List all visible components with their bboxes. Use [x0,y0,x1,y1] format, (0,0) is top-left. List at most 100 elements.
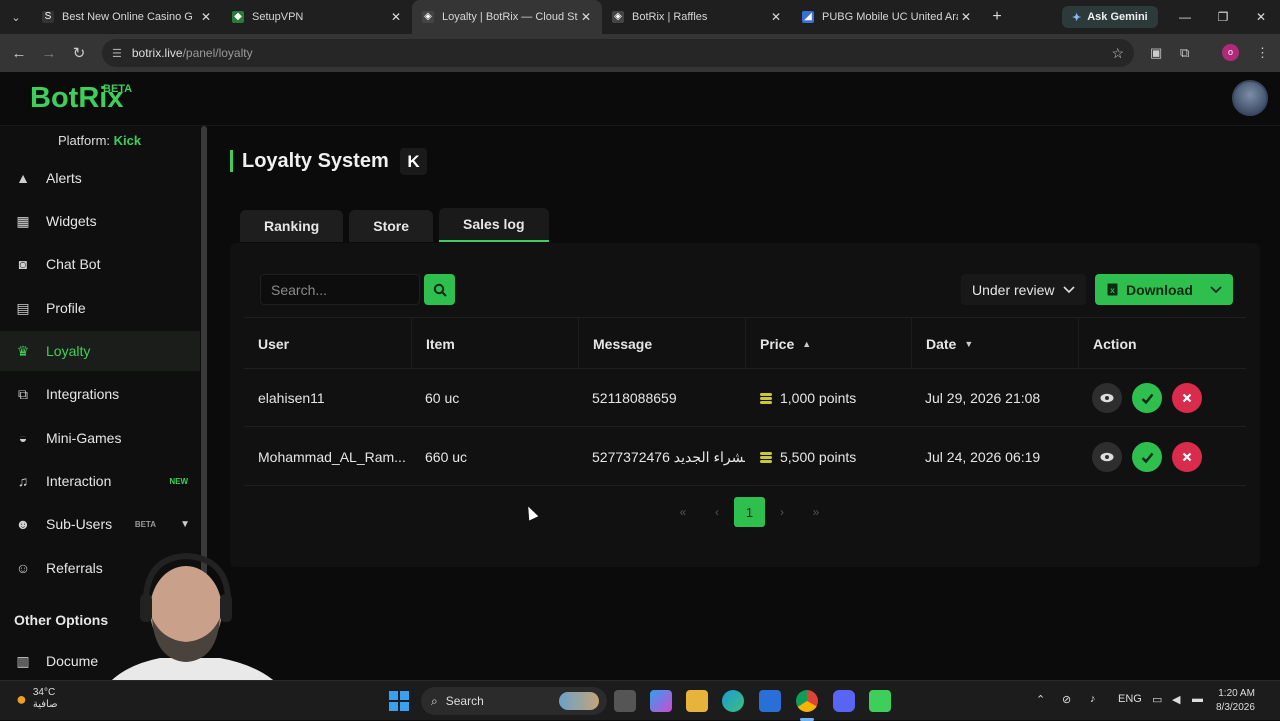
column-label: User [258,336,290,352]
browser-tab-loyalty[interactable]: ◈ Loyalty | BotRix — Cloud Strea ✕ [412,0,602,34]
close-window-icon[interactable]: ✕ [1242,0,1280,34]
browser-tab-raffles[interactable]: ◈ BotRix | Raffles ✕ [602,0,792,34]
sidebar-scrollbar-thumb[interactable] [201,126,207,596]
reload-icon[interactable]: ↻ [64,44,94,62]
column-user: User [244,318,411,370]
microphone-icon[interactable]: ♪ [1090,693,1096,705]
prev-page-icon[interactable]: ‹ [700,497,734,527]
chrome-icon[interactable] [796,690,818,712]
search-button[interactable] [424,274,455,305]
back-icon[interactable]: ← [4,45,34,62]
language-indicator[interactable]: ENG [1118,693,1142,705]
gemini-label: Ask Gemini [1087,11,1148,23]
display-icon[interactable]: ▭ [1152,693,1162,706]
current-page-button[interactable]: 1 [734,497,765,527]
bookmark-star-icon[interactable]: ☆ [1111,45,1124,62]
puzzle-extensions-icon[interactable]: ⧉ [1180,45,1189,61]
sidebar-item-interaction[interactable]: ♫ Interaction NEW [0,461,200,501]
taskbar-search[interactable]: ⌕ Search [421,687,607,715]
tab-sales-log[interactable]: Sales log [439,208,549,242]
sort-icon[interactable]: ▲ [802,339,811,349]
sidebar-item-profile[interactable]: ▤ Profile [0,288,200,328]
taskbar-search-label: Search [445,694,484,708]
sidebar-item-widgets[interactable]: ▦ Widgets [0,201,200,241]
windows-start-icon[interactable] [389,691,409,711]
column-item: Item [411,318,578,370]
close-tab-icon[interactable]: ✕ [768,10,784,24]
approve-button[interactable] [1132,442,1162,472]
chevron-down-icon[interactable] [1209,282,1223,296]
tab-search-icon[interactable]: ⌄ [0,0,32,34]
sort-desc-icon[interactable]: ▼ [964,339,973,349]
forward-icon[interactable]: → [34,45,64,62]
gemini-sparkle-icon: ✦ [1072,11,1082,24]
restore-icon[interactable]: ❐ [1204,0,1242,34]
search-highlight-icon [559,692,599,710]
tab-favicon-icon: S [42,11,54,23]
beta-badge: BETA [134,519,156,529]
discord-icon[interactable] [833,690,855,712]
sidebar-item-mini-games[interactable]: ◒ Mini-Games [0,418,200,458]
tab-store[interactable]: Store [349,210,434,242]
chevron-down-icon [1063,286,1075,294]
chevron-down-icon[interactable]: ▼ [180,519,190,530]
first-page-icon[interactable]: « [666,497,700,527]
tray-chevron-up-icon[interactable]: ⌃ [1036,693,1045,706]
sidebar-item-alerts[interactable]: ▲ Alerts [0,158,200,198]
system-clock[interactable]: 1:20 AM 8/3/2026 [1216,687,1255,715]
extension-icon[interactable]: ▣ [1150,45,1162,61]
column-date[interactable]: Date ▼ [911,318,1078,370]
last-page-icon[interactable]: » [799,497,833,527]
new-tab-button[interactable]: + [982,8,1012,26]
user-avatar[interactable] [1232,80,1268,116]
close-tab-icon[interactable]: ✕ [388,10,404,24]
site-info-icon[interactable]: ☰ [112,47,122,60]
weather-sun-icon: ● [16,688,27,709]
close-tab-icon[interactable]: ✕ [578,10,594,24]
column-label: Date [926,336,957,352]
sidebar-item-sub-users[interactable]: ☻ Sub-Users BETA ▼ [0,504,200,544]
edge-browser-icon[interactable] [722,690,744,712]
sidebar-item-loyalty[interactable]: ♛ Loyalty [0,331,200,371]
close-tab-icon[interactable]: ✕ [958,10,974,24]
minimize-icon[interactable]: — [1166,0,1204,34]
reject-button[interactable] [1172,442,1202,472]
beta-badge: BETA [103,83,133,95]
browser-tab-pubg[interactable]: ◢ PUBG Mobile UC United Arab ✕ [792,0,982,34]
volume-icon[interactable]: ◀ [1172,693,1180,706]
copilot-icon[interactable] [650,690,672,712]
file-explorer-icon[interactable] [686,690,708,712]
search-input[interactable] [260,274,420,305]
profile-avatar[interactable]: o [1222,44,1239,61]
kick-app-icon[interactable] [869,690,891,712]
gamepad-icon: ◒ [18,430,28,446]
next-page-icon[interactable]: › [765,497,799,527]
url-bar[interactable]: ☰ botrix.live/panel/loyalty ☆ [102,39,1134,67]
menu-dots-icon[interactable]: ⋮ [1256,45,1269,61]
column-price[interactable]: Price ▲ [745,318,911,370]
check-icon [1141,393,1153,404]
view-button[interactable] [1092,383,1122,413]
network-icon[interactable]: ⊘ [1062,693,1071,706]
column-action: Action [1078,318,1246,370]
ask-gemini-button[interactable]: ✦ Ask Gemini [1062,6,1158,28]
browser-tab-setupvpn[interactable]: ◆ SetupVPN ✕ [222,0,412,34]
status-filter-select[interactable]: Under review [961,274,1086,305]
sidebar-item-label: Integrations [46,386,120,402]
browser-tab-casino[interactable]: S Best New Online Casino G ✕ [32,0,222,34]
eye-icon [1100,393,1114,403]
view-button[interactable] [1092,442,1122,472]
close-tab-icon[interactable]: ✕ [198,10,214,24]
tab-ranking[interactable]: Ranking [240,210,344,242]
download-button[interactable]: x Download [1095,274,1233,305]
reject-button[interactable] [1172,383,1202,413]
sidebar-item-integrations[interactable]: ⧉ Integrations [0,374,200,414]
weather-widget[interactable]: ● 34°C صافية [16,687,58,711]
approve-button[interactable] [1132,383,1162,413]
document-icon: ▥ [16,652,30,669]
battery-icon[interactable]: ▬ [1192,693,1203,705]
microsoft-store-icon[interactable] [759,690,781,712]
users-icon: ☻ [15,516,31,532]
sidebar-item-chat-bot[interactable]: ◙ Chat Bot [0,244,200,284]
task-view-icon[interactable] [614,690,636,712]
